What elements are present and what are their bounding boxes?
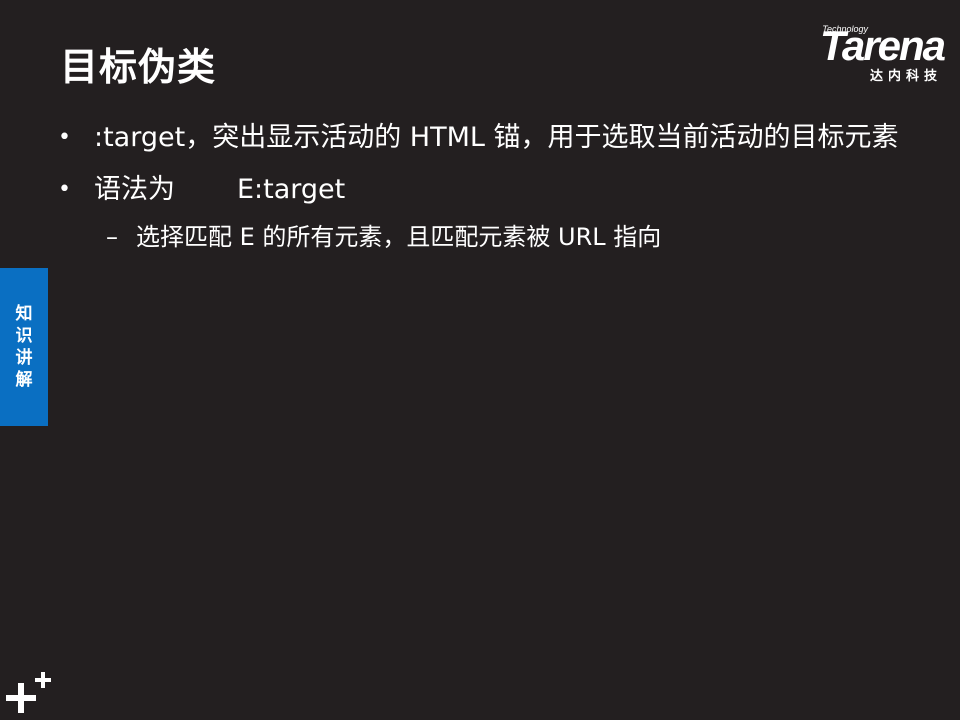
logo-wordmark: Tarena	[819, 22, 946, 69]
page-title: 目标伪类	[60, 45, 217, 89]
bullet-text: :target，突出显示活动的 HTML 锚，用于选取当前活动的目标元素	[94, 122, 899, 153]
syntax-label: 语法为	[94, 174, 175, 205]
sub-bullet-item: – 选择匹配 E 的所有元素，且匹配元素被 URL 指向	[58, 220, 918, 254]
plus-mark-icon	[6, 672, 51, 713]
slide: 目标伪类 Technology Tarena 达内科技 • :target，突出…	[0, 0, 960, 720]
content-body: • :target，突出显示活动的 HTML 锚，用于选取当前活动的目标元素 •…	[58, 118, 918, 254]
bullet-dot: •	[58, 125, 71, 150]
sidebar-tab-knowledge[interactable]: 知识讲解	[0, 268, 48, 426]
syntax-code: E:target	[237, 174, 346, 205]
tarena-logo: Technology Tarena 达内科技	[778, 20, 946, 85]
bullet-dot: •	[58, 177, 71, 202]
bullet-item: • :target，突出显示活动的 HTML 锚，用于选取当前活动的目标元素	[58, 118, 918, 158]
sidebar-tab-label: 知识讲解	[15, 304, 33, 390]
bullet-item: • 语法为 E:target	[58, 170, 918, 210]
logo-chinese: 达内科技	[869, 69, 942, 84]
sub-bullet-text: 选择匹配 E 的所有元素，且匹配元素被 URL 指向	[136, 223, 662, 251]
dash-marker: –	[106, 223, 118, 251]
